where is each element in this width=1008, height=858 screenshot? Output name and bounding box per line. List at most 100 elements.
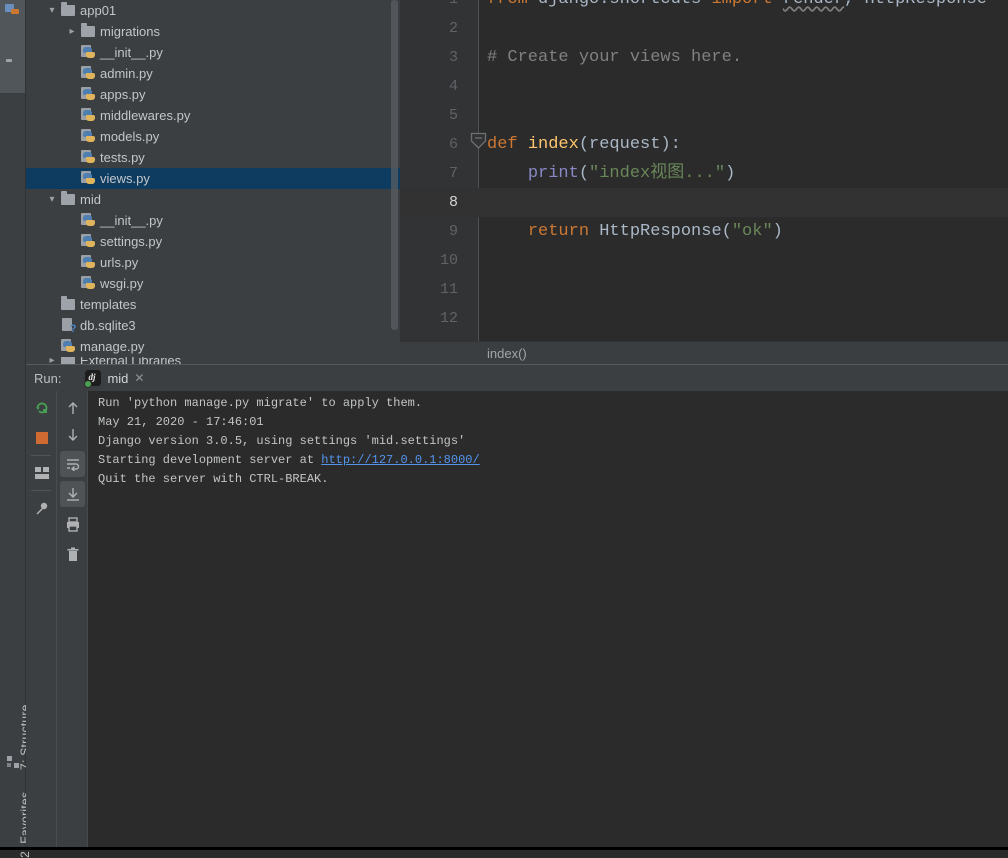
- collapse-arrow-icon[interactable]: ▾: [44, 3, 60, 19]
- run-tab-mid[interactable]: dj mid ✕: [84, 370, 144, 388]
- code-line-13[interactable]: 13: [400, 333, 1008, 341]
- line-number: 1: [400, 0, 458, 14]
- code-token: "ok": [731, 222, 773, 241]
- code-line-4[interactable]: 4: [400, 72, 1008, 101]
- collapse-arrow-icon[interactable]: ▾: [44, 192, 60, 208]
- tree-item-settings-py[interactable]: settings.py: [26, 231, 400, 252]
- fold-marker-icon[interactable]: [470, 132, 487, 150]
- restore-layout-button[interactable]: [26, 460, 57, 486]
- tree-item-middlewares-py[interactable]: middlewares.py: [26, 105, 400, 126]
- code-line-2[interactable]: 2: [400, 14, 1008, 43]
- restore-layout-icon: [34, 467, 49, 479]
- tree-item--init-py[interactable]: __init__.py: [26, 42, 400, 63]
- down-arrow-icon: [68, 428, 77, 441]
- folder-icon: [61, 2, 75, 16]
- tree-item-migrations[interactable]: ▸ migrations: [26, 21, 400, 42]
- tree-item-label: settings.py: [100, 234, 163, 249]
- code-token: index: [527, 135, 579, 154]
- up-stack-trace-button[interactable]: [57, 395, 88, 421]
- code-line-10[interactable]: 10: [400, 246, 1008, 275]
- run-console-output[interactable]: Run 'python manage.py migrate' to apply …: [88, 391, 1008, 850]
- clear-console-button[interactable]: [57, 541, 88, 567]
- tree-item-urls-py[interactable]: urls.py: [26, 252, 400, 273]
- code-line-3[interactable]: 3 # Create your views here.: [400, 43, 1008, 72]
- rerun-button[interactable]: [26, 395, 57, 421]
- code-line-11[interactable]: 11: [400, 275, 1008, 304]
- tree-item-mid[interactable]: ▾ mid: [26, 189, 400, 210]
- project-icon-partial: [5, 2, 20, 15]
- code-token: return: [527, 222, 600, 241]
- tree-item-tests-py[interactable]: tests.py: [26, 147, 400, 168]
- console-line: Starting development server at http://12…: [98, 451, 1008, 470]
- python-file-icon: [80, 171, 96, 186]
- tree-item-label: tests.py: [100, 150, 145, 165]
- code-line-12[interactable]: 12: [400, 304, 1008, 333]
- scroll-to-end-button[interactable]: [60, 481, 85, 507]
- line-number: 9: [448, 223, 458, 240]
- tree-item-manage-py[interactable]: manage.py: [26, 336, 400, 357]
- print-button[interactable]: [57, 511, 88, 537]
- project-scrollbar[interactable]: [391, 0, 398, 330]
- tree-item-templates[interactable]: templates: [26, 294, 400, 315]
- tree-item-external-libraries[interactable]: ▸ External Libraries: [26, 357, 400, 364]
- tree-item-app01[interactable]: ▾ app01: [26, 0, 400, 21]
- up-arrow-icon: [68, 401, 77, 414]
- arrow-spacer: [44, 297, 60, 313]
- python-file-icon: [80, 150, 96, 165]
- run-toolbar-left: [26, 391, 57, 850]
- structure-icon: [7, 756, 19, 768]
- close-tab-icon[interactable]: ✕: [134, 371, 144, 385]
- code-token: import: [711, 0, 782, 9]
- expand-arrow-icon[interactable]: ▸: [64, 24, 80, 40]
- console-text: Quit the server with CTRL-BREAK.: [98, 472, 329, 486]
- tree-item-label: app01: [80, 3, 117, 18]
- pin-button[interactable]: [26, 495, 57, 521]
- code-token: django.shortcuts: [538, 0, 711, 9]
- tree-item-admin-py[interactable]: admin.py: [26, 63, 400, 84]
- console-line: May 21, 2020 - 17:46:01: [98, 413, 1008, 432]
- print-icon: [66, 516, 79, 532]
- code-line-7[interactable]: 7 print("index视图..."): [400, 159, 1008, 188]
- tree-item-apps-py[interactable]: apps.py: [26, 84, 400, 105]
- tree-item-models-py[interactable]: models.py: [26, 126, 400, 147]
- stop-icon: [35, 432, 48, 444]
- code-line-9[interactable]: 9 return HttpResponse("ok"): [400, 217, 1008, 246]
- code-line-1[interactable]: 1 from django.shortcuts import render, Ht…: [400, 0, 1008, 14]
- breadcrumb[interactable]: index(): [487, 342, 527, 365]
- run-label: Run:: [34, 370, 62, 386]
- arrow-spacer: [44, 339, 60, 355]
- arrow-spacer: [64, 108, 80, 124]
- arrow-spacer: [64, 66, 80, 82]
- down-stack-trace-button[interactable]: [57, 421, 88, 447]
- arrow-spacer: [64, 87, 80, 103]
- stop-button[interactable]: [26, 425, 57, 451]
- tree-item-label: manage.py: [80, 339, 145, 354]
- tree-item-label: middlewares.py: [100, 108, 191, 123]
- tree-item-wsgi-py[interactable]: wsgi.py: [26, 273, 400, 294]
- arrow-spacer: [44, 318, 60, 334]
- tree-item-db-sqlite3[interactable]: ? db.sqlite3: [26, 315, 400, 336]
- code-line-5[interactable]: 5: [400, 101, 1008, 130]
- project-tool-button[interactable]: [0, 0, 25, 93]
- soft-wrap-button[interactable]: [60, 451, 85, 477]
- folder-icon: [61, 357, 75, 364]
- code-line-6[interactable]: 6 def index(request):: [400, 130, 1008, 159]
- code-line-8[interactable]: 8: [400, 188, 1008, 217]
- server-url-link[interactable]: http://127.0.0.1:8000/: [321, 453, 479, 467]
- run-toolbar-right: [57, 391, 88, 850]
- arrow-spacer: [64, 255, 80, 271]
- rerun-icon: [35, 402, 47, 414]
- code-editor[interactable]: 1 from django.shortcuts import render, Ht…: [400, 0, 1008, 341]
- tree-item-label: migrations: [100, 24, 160, 39]
- expand-arrow-icon[interactable]: ▸: [44, 357, 60, 364]
- scroll-to-end-icon: [66, 487, 79, 501]
- tree-item-views-py[interactable]: views.py: [26, 168, 400, 189]
- code-token: def: [487, 135, 528, 154]
- tree-item-label: models.py: [100, 129, 160, 144]
- tree-item--init-py[interactable]: __init__.py: [26, 210, 400, 231]
- arrow-spacer: [64, 276, 80, 292]
- folder-icon: [61, 296, 75, 310]
- line-number: 2: [448, 20, 458, 37]
- code-token: from: [487, 0, 538, 9]
